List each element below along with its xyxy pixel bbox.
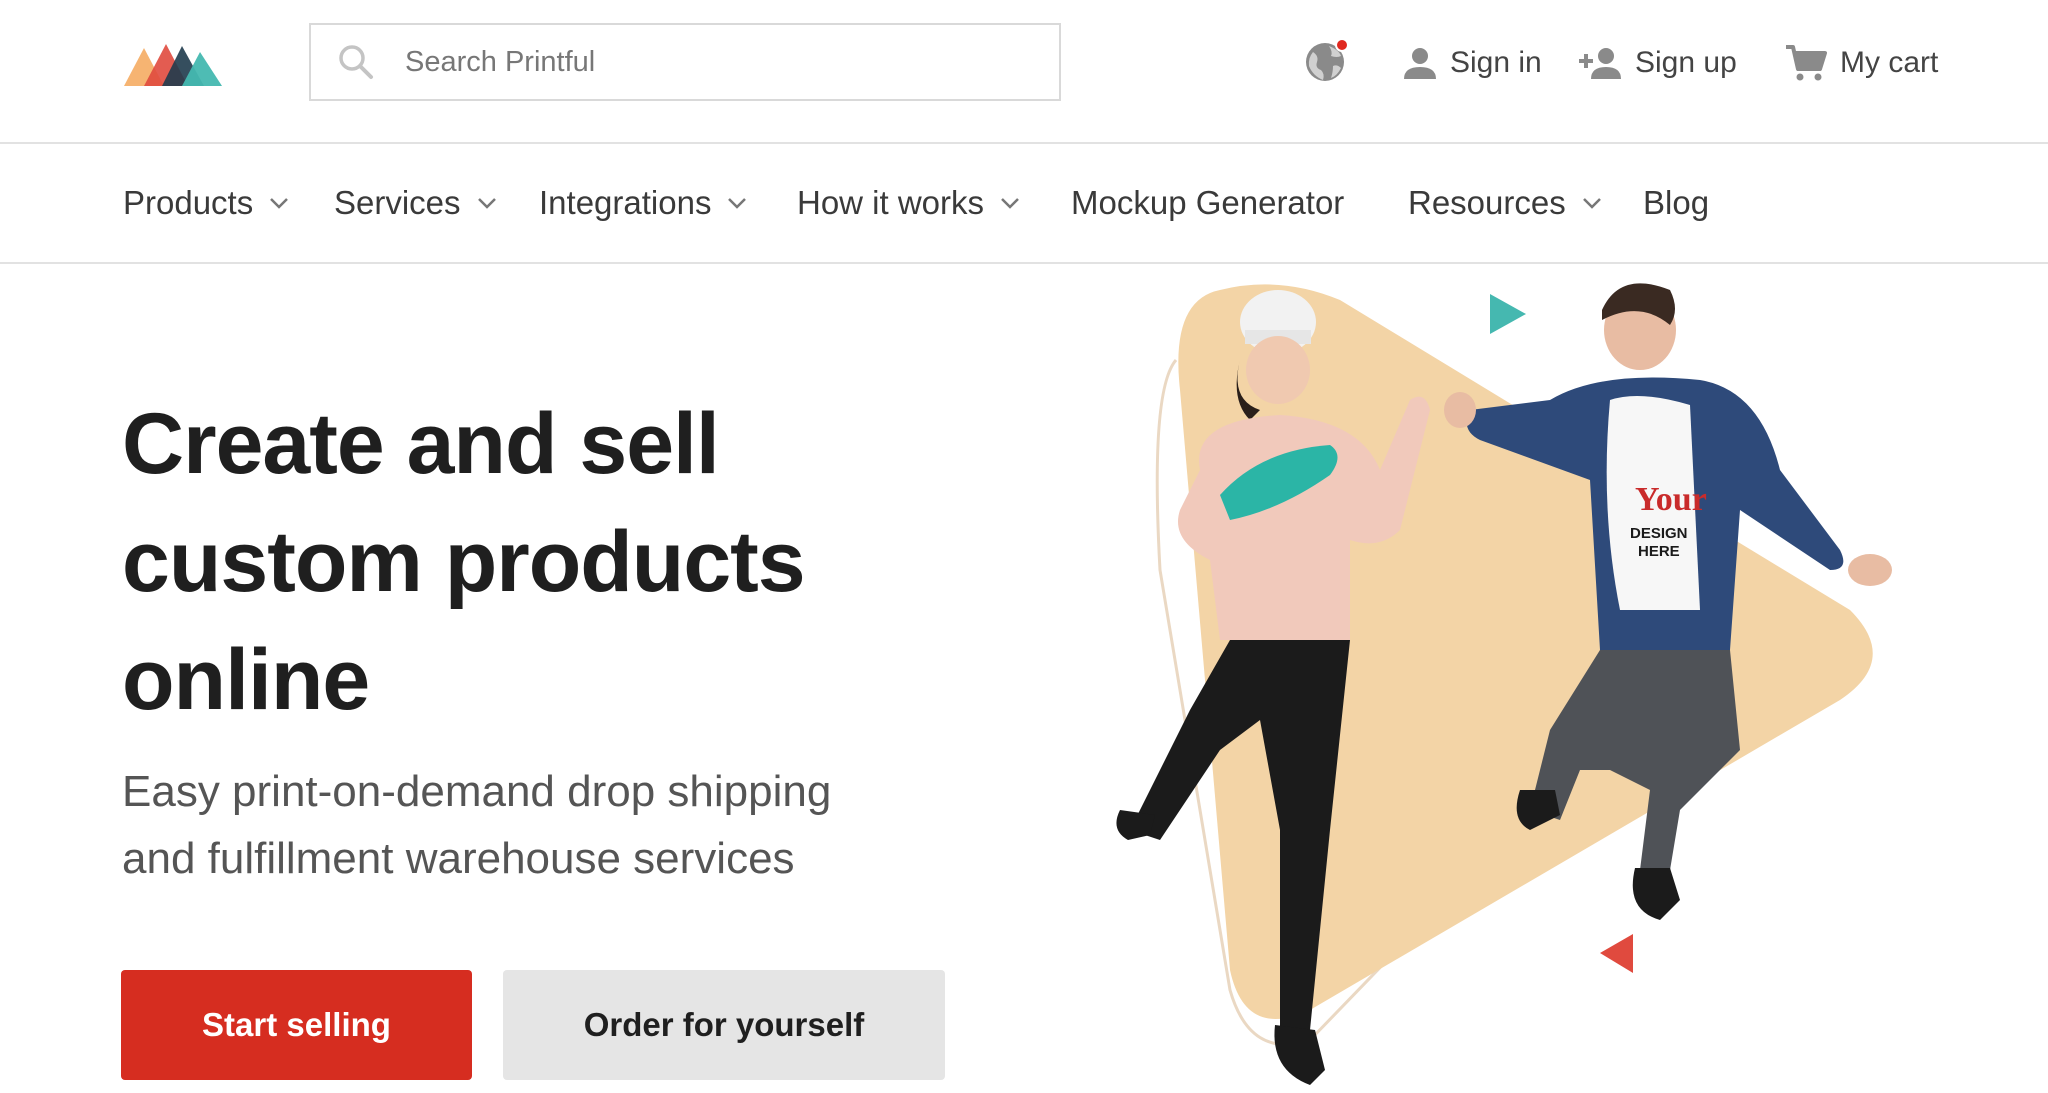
sign-up-label: Sign up	[1635, 46, 1737, 79]
hero-title-line: Create and sell	[122, 396, 720, 492]
printful-logo[interactable]	[124, 38, 228, 88]
nav-label: Services	[334, 184, 461, 221]
cart-icon	[1786, 45, 1827, 81]
tshirt-text-design: DESIGN	[1630, 525, 1688, 542]
hero-subtitle: Easy print-on-demand drop shipping and f…	[122, 758, 982, 892]
sign-in-label: Sign in	[1450, 46, 1542, 79]
nav-item-resources[interactable]: Resources	[1408, 144, 1602, 262]
order-for-yourself-label: Order for yourself	[583, 1006, 865, 1043]
sign-up-link[interactable]: Sign up	[1577, 38, 1737, 88]
user-icon	[1404, 48, 1436, 79]
nav-label: Mockup Generator	[1071, 184, 1345, 221]
nav-label: How it works	[797, 184, 985, 221]
order-for-yourself-button[interactable]: Order for yourself	[503, 970, 945, 1080]
nav-label: Blog	[1643, 184, 1710, 221]
cart-link[interactable]: My cart	[1784, 38, 1938, 88]
tshirt-text-your: Your	[1635, 481, 1707, 518]
hero-title-line: online	[122, 632, 370, 728]
main-nav: Products Services Integrations How it wo…	[0, 144, 2048, 264]
search-input[interactable]	[405, 45, 1045, 79]
nav-item-how-it-works[interactable]: How it works	[797, 144, 1020, 262]
add-user-icon	[1579, 48, 1621, 79]
hero-title: Create and sell custom products online	[122, 385, 1022, 739]
nav-item-products[interactable]: Products	[123, 144, 289, 262]
chevron-down-icon	[1582, 198, 1601, 209]
hero-subtitle-line: Easy print-on-demand drop shipping	[122, 767, 832, 816]
globe-icon[interactable]	[1303, 38, 1349, 84]
search-box[interactable]	[309, 23, 1061, 101]
chevron-down-icon	[270, 198, 289, 209]
sign-in-link[interactable]: Sign in	[1402, 38, 1542, 88]
hero-illustration: Your DESIGN HERE	[1080, 270, 1960, 1093]
start-selling-button[interactable]: Start selling	[121, 970, 472, 1080]
cart-label: My cart	[1840, 46, 1939, 79]
notification-dot	[1335, 38, 1349, 52]
nav-label: Products	[123, 184, 254, 221]
start-selling-label: Start selling	[202, 1006, 391, 1043]
nav-item-mockup-generator[interactable]: Mockup Generator	[1071, 144, 1344, 262]
nav-item-blog[interactable]: Blog	[1643, 144, 1709, 262]
tshirt-text-here: HERE	[1638, 543, 1680, 560]
top-header: Sign in Sign up My cart	[0, 0, 2048, 144]
chevron-down-icon	[477, 198, 496, 209]
nav-label: Integrations	[539, 184, 712, 221]
chevron-down-icon	[1001, 198, 1019, 209]
chevron-down-icon	[728, 198, 747, 209]
nav-label: Resources	[1408, 184, 1566, 221]
search-icon	[339, 45, 373, 79]
nav-item-integrations[interactable]: Integrations	[539, 144, 747, 262]
teal-triangle-shape	[1490, 294, 1526, 334]
red-triangle-shape	[1600, 934, 1633, 973]
hero-title-line: custom products	[122, 514, 806, 610]
nav-item-services[interactable]: Services	[334, 144, 497, 262]
hero-subtitle-line: and fulfillment warehouse services	[122, 834, 795, 883]
